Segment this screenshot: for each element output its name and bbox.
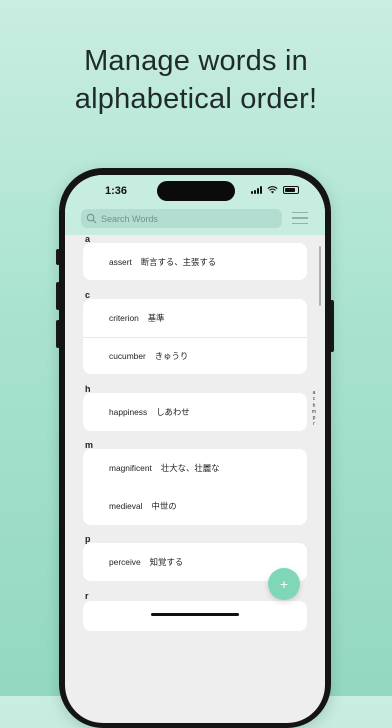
dynamic-island — [157, 181, 235, 201]
add-word-button[interactable]: + — [268, 568, 300, 600]
battery-icon — [283, 186, 299, 194]
headline-line-2: alphabetical order! — [74, 83, 318, 115]
wifi-icon — [267, 186, 278, 194]
word-row[interactable]: assert 断言する、主張する — [83, 243, 307, 280]
word-row[interactable]: criterion 基準 — [83, 299, 307, 337]
section-card-m: magnificent 壮大な、壮麗な medieval 中世の — [83, 449, 307, 525]
index-letter[interactable]: r — [313, 421, 315, 427]
meaning-text: きゅうり — [154, 350, 189, 361]
word-row[interactable]: medieval 中世の — [83, 487, 307, 525]
cellular-signal-icon — [251, 186, 262, 194]
menu-icon[interactable] — [292, 212, 308, 224]
meaning-text: 知覚する — [149, 557, 184, 567]
alphabet-index[interactable]: a c h m p r — [310, 390, 318, 428]
phone-screen: 1:36 Search Words a assert 断言する、主張する c c… — [65, 175, 325, 723]
section-card-c: criterion 基準 cucumber きゅうり — [83, 299, 307, 374]
app-header: 1:36 Search Words — [65, 175, 325, 235]
word-row[interactable]: cucumber きゅうり — [83, 337, 307, 374]
status-time: 1:36 — [105, 185, 128, 197]
word-text: cucumber — [109, 350, 146, 361]
headline: Manage words in alphabetical order! — [0, 42, 392, 118]
section-header-r: r — [85, 591, 89, 601]
word-text: criterion — [109, 313, 139, 323]
word-text: magnificent — [109, 463, 152, 473]
plus-icon: + — [279, 576, 289, 592]
meaning-text: 中世の — [151, 501, 177, 511]
meaning-text: 基準 — [147, 313, 165, 323]
status-icons — [251, 186, 299, 194]
search-field[interactable]: Search Words — [81, 209, 282, 228]
section-card-h: happiness しあわせ — [83, 393, 307, 431]
meaning-text: 断言する、主張する — [140, 256, 217, 267]
search-placeholder: Search Words — [101, 213, 158, 224]
word-text: happiness — [109, 407, 148, 417]
word-text: perceive — [109, 557, 141, 567]
search-icon — [86, 213, 97, 224]
word-text: assert — [109, 256, 132, 267]
section-card-r — [83, 601, 307, 631]
section-card-a: assert 断言する、主張する — [83, 243, 307, 280]
scrollbar[interactable] — [319, 246, 321, 306]
word-text: medieval — [109, 501, 143, 511]
home-indicator[interactable] — [151, 613, 239, 616]
headline-line-1: Manage words in — [84, 45, 308, 77]
word-row[interactable]: magnificent 壮大な、壮麗な — [83, 449, 307, 487]
word-row[interactable]: happiness しあわせ — [83, 393, 307, 431]
meaning-text: しあわせ — [156, 407, 190, 417]
meaning-text: 壮大な、壮麗な — [160, 463, 220, 473]
